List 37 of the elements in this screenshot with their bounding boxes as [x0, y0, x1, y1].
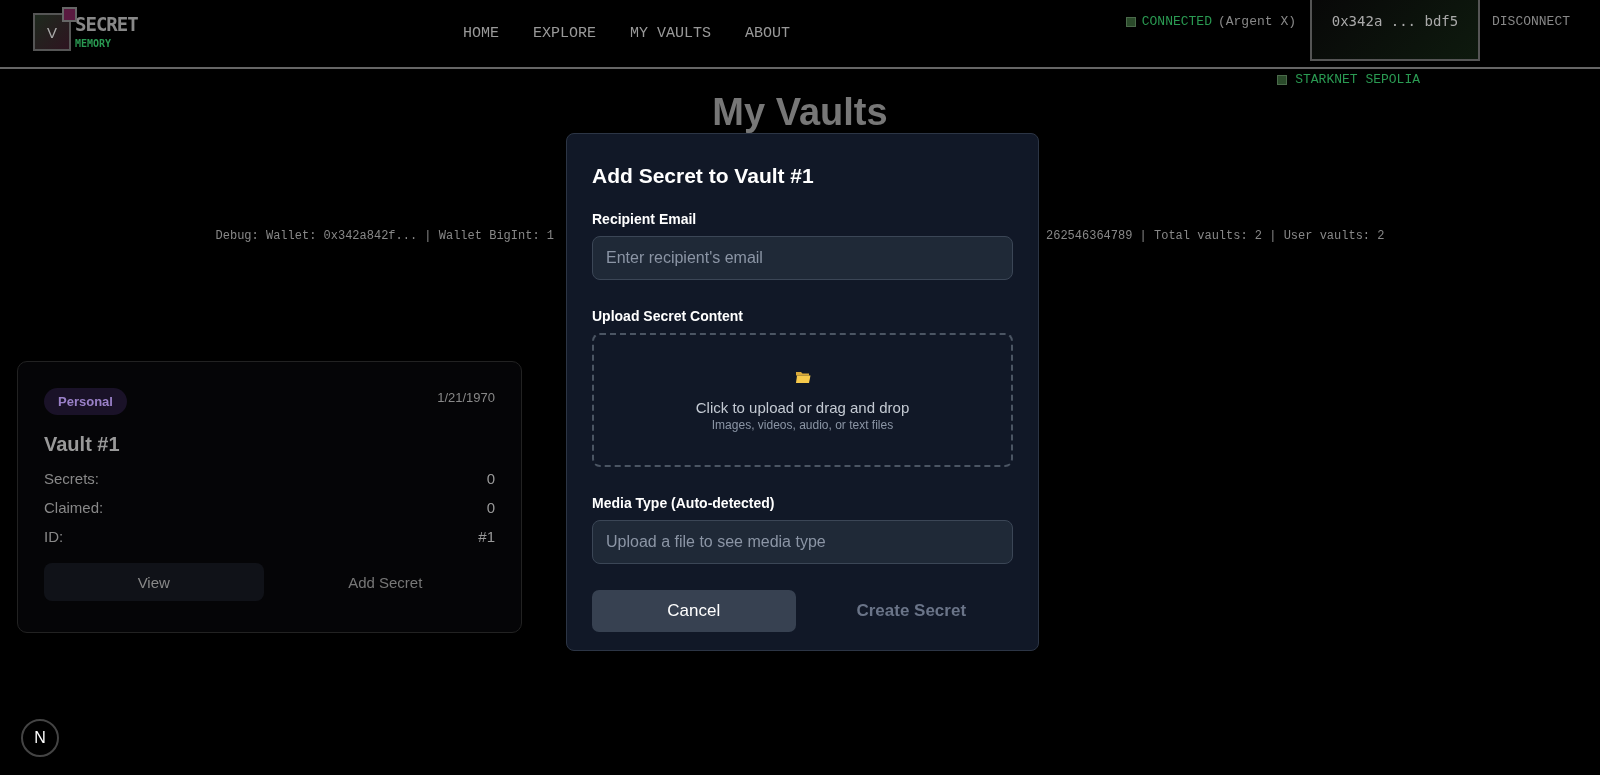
page-title: My Vaults — [711, 93, 889, 131]
cancel-button[interactable]: Cancel — [592, 590, 796, 632]
field-label: Media Type (Auto-detected) — [592, 495, 776, 511]
stat-value: #1 — [478, 528, 495, 547]
field-label: Recipient Email — [592, 211, 698, 227]
upload-dropzone[interactable]: Click to upload or drag and drop Images, videos, audio, or text files — [592, 333, 1013, 467]
stat-label: Secrets: — [44, 470, 100, 489]
wallet-provider: (Argent X) — [1217, 14, 1296, 29]
wallet-address-button[interactable]: 0x342a ... bdf5 — [1310, 0, 1480, 61]
view-button[interactable]: View — [44, 563, 264, 601]
vault-name: Vault #1 — [44, 433, 121, 456]
dev-tools-badge[interactable]: N — [21, 719, 59, 757]
debug-text: 262546364789 | Total vaults: 2 | User vaults: 2 — [1046, 229, 1385, 243]
stat-label: ID: — [44, 528, 64, 547]
logo-title: SECRET — [75, 13, 138, 35]
nav-link[interactable]: EXPLORE — [533, 25, 597, 42]
stat-value: 0 — [486, 499, 495, 518]
connection-status: CONNECTED — [1141, 14, 1212, 29]
nav-link[interactable]: MY VAULTS — [630, 25, 712, 42]
upload-hint: Images, videos, audio, or text files — [711, 418, 894, 432]
upload-instructions: Click to upload or drag and drop — [695, 399, 910, 416]
stat-value: 0 — [486, 470, 495, 489]
stat-label: Claimed: — [44, 499, 104, 518]
add-secret-button[interactable]: Add Secret — [275, 563, 495, 601]
category-tag: Personal — [44, 388, 127, 415]
network-name: STARKNET SEPOLIA — [1295, 72, 1420, 87]
modal-title: Add Secret to Vault #1 — [592, 164, 815, 188]
nav-link[interactable]: ABOUT — [745, 25, 791, 42]
input-field[interactable]: Enter recipient's email — [592, 236, 1013, 280]
nav-link[interactable]: HOME — [463, 25, 499, 42]
debug-text: Debug: Wallet: 0x342a842f... | Wallet BigInt: 1 — [215, 229, 554, 243]
disconnect-button[interactable]: DISCONNECT — [1480, 0, 1600, 29]
folder-icon — [794, 371, 811, 384]
logo-subtitle: MEMORY — [75, 38, 113, 49]
field-label: Upload Secret Content — [592, 308, 744, 324]
vault-date: 1/21/1970 — [437, 390, 495, 405]
input-field[interactable]: Upload a file to see media type — [592, 520, 1013, 564]
